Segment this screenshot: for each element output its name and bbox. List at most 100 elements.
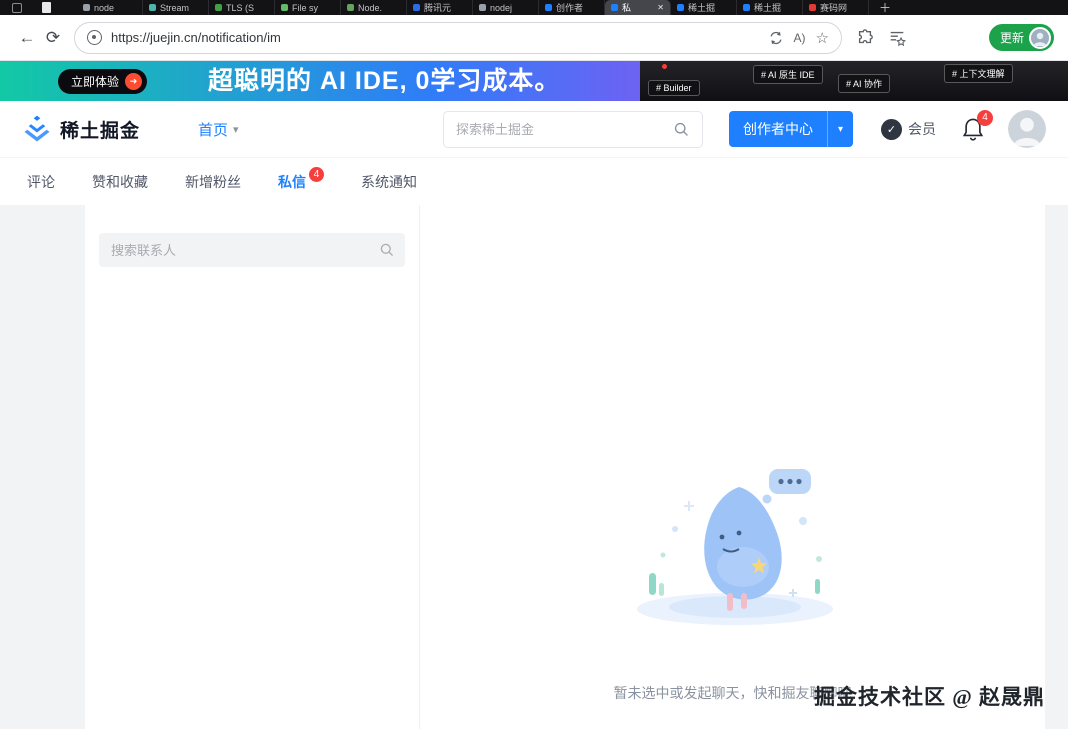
site-info-icon[interactable] — [87, 30, 102, 45]
tab-favicon — [809, 4, 816, 11]
subnav-system-notices[interactable]: 系统通知 — [361, 172, 417, 192]
favorites-list-icon[interactable] — [888, 29, 906, 47]
banner-tag: # AI 原生 IDE — [753, 65, 823, 84]
subnav-private-messages[interactable]: 私信 4 — [278, 172, 324, 192]
tab-label: Node. — [358, 3, 400, 13]
watermark-text: 掘金技术社区 @ 赵晟鼎 — [814, 681, 1045, 711]
unread-count-badge: 4 — [309, 167, 324, 182]
browser-profile-avatar[interactable] — [1029, 27, 1051, 49]
record-dot-icon — [662, 64, 667, 69]
subnav-label: 赞和收藏 — [92, 172, 148, 192]
site-title: 稀土掘金 — [60, 116, 140, 143]
tab-search-icon[interactable] — [42, 2, 51, 13]
browser-tab[interactable]: Stream — [143, 0, 209, 15]
tab-list: node Stream TLS (S File sy Node. 腾讯元 nod… — [77, 0, 869, 15]
notification-subnav: 评论 赞和收藏 新增粉丝 私信 4 系统通知 — [0, 158, 1068, 205]
tab-label: 稀土掘 — [754, 1, 796, 14]
tab-label: File sy — [292, 3, 334, 13]
site-search-input[interactable] — [456, 122, 673, 137]
user-avatar[interactable] — [1008, 110, 1046, 148]
read-aloud-icon[interactable]: A) — [794, 31, 806, 45]
search-icon[interactable] — [379, 242, 395, 258]
cta-label: 立即体验 — [71, 73, 119, 90]
tab-favicon — [83, 4, 90, 11]
browser-update-button[interactable]: 更新 — [989, 24, 1054, 51]
notification-count-badge: 4 — [977, 110, 993, 126]
browser-toolbar: ← ⟳ https://juejin.cn/notification/im A)… — [0, 15, 1068, 61]
creator-center-label: 创作者中心 — [729, 119, 827, 139]
nav-home-label: 首页 — [198, 119, 228, 140]
tab-favicon — [215, 4, 222, 11]
subnav-label: 评论 — [27, 172, 55, 192]
tab-favicon — [149, 4, 156, 11]
tab-label: 赛码网 — [820, 1, 862, 14]
browser-tab[interactable]: nodej — [473, 0, 539, 15]
tab-favicon — [479, 4, 486, 11]
tab-label: 创作者 — [556, 1, 598, 14]
arrow-right-icon: ➜ — [125, 73, 142, 90]
browser-tab[interactable]: File sy — [275, 0, 341, 15]
juejin-logo-icon — [22, 115, 52, 143]
subnav-comments[interactable]: 评论 — [27, 172, 55, 192]
browser-tab[interactable]: node — [77, 0, 143, 15]
empty-state-illustration — [623, 463, 843, 628]
browser-tab[interactable]: TLS (S — [209, 0, 275, 15]
chat-panel: 暂未选中或发起聊天，快和掘友聊聊吧 掘金技术社区 @ 赵晟鼎 — [420, 205, 1045, 729]
back-button[interactable]: ← — [14, 28, 40, 48]
notification-bell[interactable]: 4 — [962, 117, 984, 142]
main-content: 暂未选中或发起聊天，快和掘友聊聊吧 掘金技术社区 @ 赵晟鼎 — [0, 205, 1068, 729]
member-badge-icon: ✓ — [881, 119, 902, 140]
subnav-label: 系统通知 — [361, 172, 417, 192]
workspace-icon[interactable] — [12, 3, 22, 13]
tab-label: node — [94, 3, 136, 13]
contacts-panel — [85, 205, 420, 729]
banner-headline: 超聪明的 AI IDE, 0学习成本。 — [208, 61, 560, 101]
search-icon[interactable] — [673, 121, 690, 138]
tab-favicon — [413, 4, 420, 11]
member-label: 会员 — [908, 119, 936, 139]
browser-tab[interactable]: 赛码网 — [803, 0, 869, 15]
contact-search[interactable] — [99, 233, 405, 267]
banner-cta-button[interactable]: 立即体验 ➜ — [58, 69, 147, 94]
favorite-star-icon[interactable]: ☆ — [816, 29, 829, 47]
tab-favicon — [545, 4, 552, 11]
subnav-new-followers[interactable]: 新增粉丝 — [185, 172, 241, 192]
browser-tab[interactable]: Node. — [341, 0, 407, 15]
browser-tab[interactable]: 稀土掘 — [737, 0, 803, 15]
tab-label: TLS (S — [226, 3, 268, 13]
browser-tab[interactable]: 创作者 — [539, 0, 605, 15]
banner-tag: # 上下文理解 — [944, 64, 1013, 83]
close-tab-icon[interactable]: ✕ — [657, 3, 664, 12]
promo-banner[interactable]: 立即体验 ➜ 超聪明的 AI IDE, 0学习成本。 # Builder # A… — [0, 61, 1068, 101]
subnav-label: 新增粉丝 — [185, 172, 241, 192]
site-header: 稀土掘金 首页 ▾ 创作者中心 ▾ ✓ 会员 4 — [0, 101, 1068, 158]
member-link[interactable]: ✓ 会员 — [881, 119, 936, 140]
url-text[interactable]: https://juejin.cn/notification/im — [111, 30, 758, 45]
refresh-button[interactable]: ⟳ — [40, 28, 66, 48]
subnav-label: 私信 — [278, 172, 306, 192]
tab-label: 私 — [622, 1, 653, 14]
extensions-icon[interactable] — [856, 29, 874, 47]
contact-search-input[interactable] — [99, 233, 405, 267]
tab-label: Stream — [160, 3, 202, 13]
translate-icon[interactable] — [768, 30, 784, 46]
site-search[interactable] — [443, 111, 703, 148]
juejin-logo[interactable]: 稀土掘金 — [22, 115, 140, 143]
banner-tag: # Builder — [648, 80, 700, 96]
new-tab-button[interactable]: ＋ — [879, 0, 891, 16]
browser-tab[interactable]: 腾讯元 — [407, 0, 473, 15]
creator-center-button[interactable]: 创作者中心 ▾ — [729, 111, 853, 147]
browser-tab-strip: node Stream TLS (S File sy Node. 腾讯元 nod… — [0, 0, 1068, 15]
subnav-likes[interactable]: 赞和收藏 — [92, 172, 148, 192]
chevron-down-icon[interactable]: ▾ — [827, 111, 853, 147]
nav-home[interactable]: 首页 ▾ — [198, 119, 239, 140]
browser-tab[interactable]: 稀土掘 — [671, 0, 737, 15]
browser-tab-active[interactable]: 私✕ — [605, 0, 671, 15]
address-bar[interactable]: https://juejin.cn/notification/im A) ☆ — [74, 22, 842, 54]
chevron-down-icon: ▾ — [233, 123, 239, 136]
banner-tag: # AI 协作 — [838, 74, 890, 93]
banner-ide-screenshot: # Builder # AI 原生 IDE # AI 协作 # 上下文理解 — [640, 61, 1068, 101]
messages-card: 暂未选中或发起聊天，快和掘友聊聊吧 掘金技术社区 @ 赵晟鼎 — [85, 205, 1045, 729]
tab-favicon — [611, 4, 618, 11]
update-label: 更新 — [1000, 29, 1024, 46]
